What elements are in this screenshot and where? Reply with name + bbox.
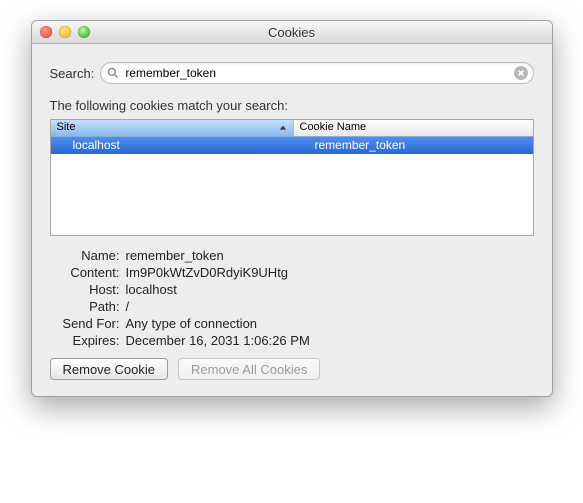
- clear-search-icon[interactable]: [514, 66, 528, 80]
- match-text: The following cookies match your search:: [50, 98, 534, 113]
- detail-value-expires: December 16, 2031 1:06:26 PM: [126, 333, 310, 348]
- detail-value-send-for: Any type of connection: [126, 316, 258, 331]
- window-controls: [40, 26, 90, 38]
- search-icon: [107, 67, 119, 79]
- cell-cookie-name: remember_token: [309, 137, 533, 154]
- detail-label-path: Path:: [50, 299, 120, 314]
- remove-all-cookies-button[interactable]: Remove All Cookies: [178, 358, 320, 380]
- detail-value-path: /: [126, 299, 130, 314]
- column-header-site[interactable]: Site: [51, 120, 294, 137]
- cookies-table: Site Cookie Name localhost remember_toke…: [50, 119, 534, 236]
- cell-site: localhost: [51, 137, 309, 154]
- zoom-icon[interactable]: [78, 26, 90, 38]
- cookie-details: Name: remember_token Content: Im9P0kWtZvD0…: [50, 248, 534, 348]
- table-body: localhost remember_token: [51, 137, 533, 154]
- column-label: Cookie Name: [300, 121, 367, 133]
- window-title: Cookies: [32, 25, 552, 40]
- search-label: Search:: [50, 66, 95, 81]
- title-bar: Cookies: [32, 21, 552, 44]
- table-row[interactable]: localhost remember_token: [51, 137, 533, 154]
- minimize-icon[interactable]: [59, 26, 71, 38]
- remove-cookie-button[interactable]: Remove Cookie: [50, 358, 169, 380]
- detail-value-host: localhost: [126, 282, 177, 297]
- detail-label-send-for: Send For:: [50, 316, 120, 331]
- button-row: Remove Cookie Remove All Cookies: [50, 358, 534, 380]
- search-row: Search:: [50, 62, 534, 84]
- table-header: Site Cookie Name: [51, 120, 533, 137]
- search-field: [100, 62, 533, 84]
- detail-label-content: Content:: [50, 265, 120, 280]
- cookies-window: Cookies Search: The following cookies ma…: [31, 20, 553, 397]
- detail-label-host: Host:: [50, 282, 120, 297]
- search-input[interactable]: [100, 62, 533, 84]
- column-header-cookie-name[interactable]: Cookie Name: [294, 120, 533, 137]
- close-icon[interactable]: [40, 26, 52, 38]
- column-label: Site: [57, 121, 76, 133]
- window-content: Search: The following cookies match your…: [32, 44, 552, 396]
- detail-label-name: Name:: [50, 248, 120, 263]
- sort-ascending-icon: [279, 123, 287, 135]
- detail-value-name: remember_token: [126, 248, 224, 263]
- detail-label-expires: Expires:: [50, 333, 120, 348]
- detail-value-content: Im9P0kWtZvD0RdyiK9UHtg: [126, 265, 289, 280]
